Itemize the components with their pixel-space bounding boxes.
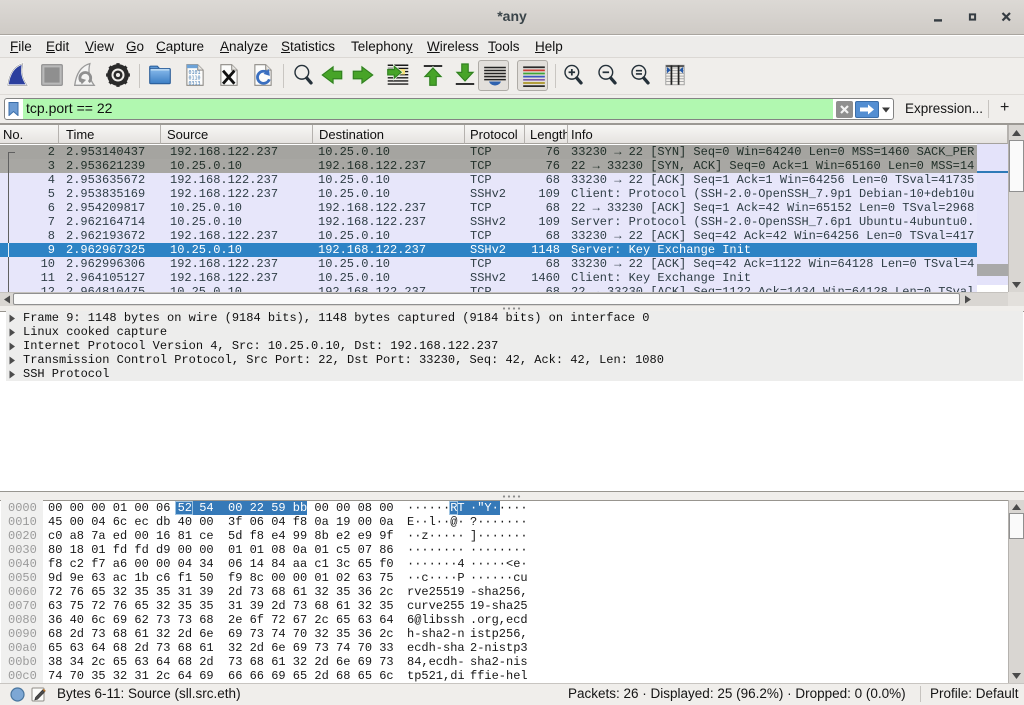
svg-text:0313: 0313 bbox=[189, 81, 201, 87]
